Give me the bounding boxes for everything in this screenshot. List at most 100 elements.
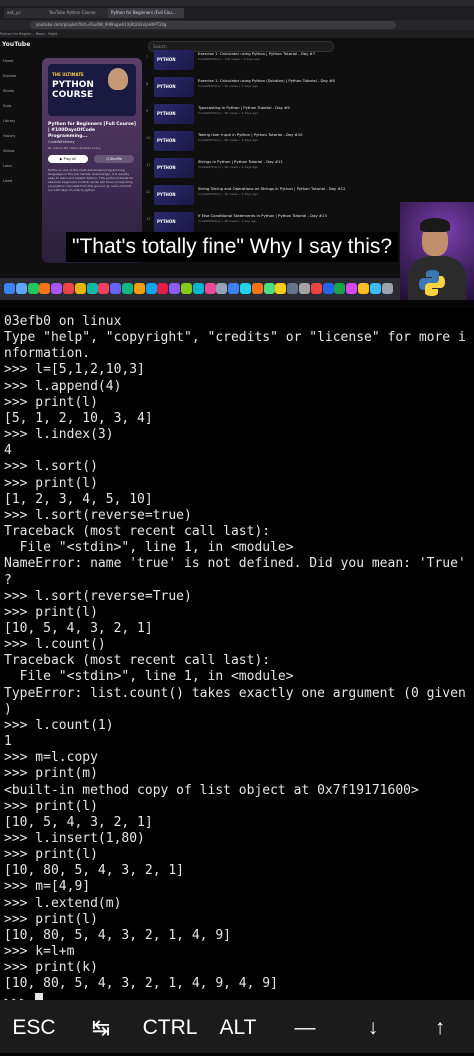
shuffle-button: ⤨ Shuffle	[94, 155, 134, 163]
dock-app-icon	[122, 283, 133, 294]
dock-app-icon	[74, 283, 86, 294]
terminal-line: Traceback (most recent call last):	[4, 653, 271, 669]
dock-app-icon	[263, 283, 275, 294]
down-arrow-key[interactable]: ↓	[340, 1000, 406, 1053]
video-thumbnail: PYTHON	[154, 50, 194, 70]
terminal-line: [1, 2, 3, 4, 5, 10]	[4, 491, 153, 507]
terminal-history: 03efb0 on linux Type "help", "copyright"…	[4, 314, 466, 991]
video-bottom-border	[0, 300, 474, 308]
terminal-line: >>> print(l)	[4, 394, 98, 410]
thumbnail-label: PYTHON	[157, 165, 176, 170]
youtube-sidebar-item: Later	[3, 164, 13, 168]
playlist-title: Python for Beginners [Full Course] | #10…	[48, 122, 136, 139]
terminal-line: >>> l.count(1)	[4, 717, 114, 733]
video-number: 7	[146, 55, 149, 59]
dock-app-icon	[63, 283, 74, 294]
dock-app-icon	[145, 283, 157, 294]
extra-keys-bar: ESC ↹ CTRL ALT — ↓ ↑	[0, 1000, 474, 1053]
terminal-line: >>> m=[4,9]	[4, 879, 91, 895]
dock-app-icon	[181, 283, 192, 294]
up-arrow-key[interactable]: ↑	[406, 1000, 474, 1053]
terminal-view[interactable]: 03efb0 on linux Type "help", "copyright"…	[0, 308, 474, 1000]
dock-app-icon	[110, 283, 122, 294]
terminal-line: >>> m=l.copy	[4, 750, 98, 766]
video-subtitle: CodeWithHarry • 9K views • 3 days ago	[198, 111, 258, 115]
terminal-line: >>> print(l)	[4, 798, 98, 814]
thumbnail-label: PYTHON	[157, 219, 176, 224]
video-number: 9	[146, 109, 149, 113]
presenter-image	[108, 68, 128, 90]
terminal-line: nformation.	[4, 346, 91, 362]
terminal-line: >>> print(l)	[4, 911, 98, 927]
video-subtitle: CodeWithHarry • 8K views • 3 days ago	[198, 138, 258, 142]
thumbnail-label: PYTHON	[157, 192, 176, 197]
play-all-button: ▶ Play all	[48, 155, 88, 163]
video-title: Exercise 1: Calculator using Python | Py…	[198, 51, 316, 56]
terminal-line: >>> l.sort(reverse=true)	[4, 507, 192, 523]
terminal-line: Type "help", "copyright", "credits" or "…	[4, 330, 466, 346]
terminal-line: >>> l.index(3)	[4, 427, 114, 443]
terminal-cursor	[35, 992, 44, 1000]
dash-key[interactable]: —	[270, 1000, 340, 1053]
terminal-line: NameError: name 'true' is not defined. D…	[4, 556, 466, 572]
dock-app-icon	[240, 283, 251, 294]
terminal-line: >>> l.insert(1,80)	[4, 831, 145, 846]
dock-app-icon	[251, 283, 263, 294]
dock-app-icon	[192, 283, 204, 294]
video-subtitle: CodeWithHarry • 5K views • 3 days ago	[198, 84, 258, 88]
terminal-line: <built-in method copy of list object at …	[4, 782, 419, 798]
youtube-sidebar-item: Subs	[3, 104, 12, 108]
terminal-line: [10, 5, 4, 3, 2, 1]	[4, 620, 153, 636]
video-number: 10	[146, 136, 151, 140]
video-thumbnail: PYTHON	[154, 104, 194, 124]
video-title: Exercise 1: Calculator using Python (Sol…	[198, 78, 335, 83]
ctrl-key[interactable]: CTRL	[134, 1000, 206, 1053]
playlist-author: CodeWithHarry	[48, 140, 75, 144]
video-number: 13	[146, 217, 151, 221]
playlist-video-row: 8 PYTHON Exercise 1: Calculator using Pyth…	[146, 75, 474, 97]
dock-app-icon	[86, 283, 98, 294]
terminal-line: [10, 80, 5, 4, 3, 2, 1]	[4, 863, 185, 879]
thumbnail-caption: THE ULTIMATE	[52, 72, 84, 77]
video-thumbnail: PYTHON	[154, 185, 194, 205]
youtube-sidebar-item: Videos	[3, 149, 15, 153]
esc-key[interactable]: ESC	[0, 1000, 68, 1053]
browser-tab: ask_yo	[4, 8, 50, 18]
dock-app-icon	[346, 283, 358, 294]
terminal-line: >>> l.append(4)	[4, 378, 122, 394]
dock-app-icon	[133, 283, 145, 294]
playlist-video-row: 7 PYTHON Exercise 1: Calculator using Pyth…	[146, 48, 474, 70]
thumbnail-label: PYTHON	[157, 57, 176, 62]
tab-key[interactable]: ↹	[68, 1000, 134, 1053]
dock-app-icon	[310, 283, 322, 294]
alt-key[interactable]: ALT	[206, 1000, 270, 1053]
video-title: Taking User Input in Python | Python Tut…	[198, 132, 303, 137]
dock-app-icon	[157, 283, 169, 294]
video-number: 8	[146, 82, 149, 86]
dock-app-icon	[4, 283, 15, 294]
youtube-logo: YouTube	[2, 41, 31, 48]
bookmarks-bar: Python for Beginn... Repo - Night	[0, 30, 474, 38]
video-thumbnail: PYTHON	[154, 158, 194, 178]
youtube-sidebar-item: Explore	[3, 74, 17, 78]
terminal-line: )	[4, 701, 12, 717]
terminal-line: >>> k=l+m	[4, 944, 75, 960]
presenter-hair	[420, 218, 450, 232]
dock-app-icon	[299, 283, 310, 294]
video-title: String Slicing and Operations on Strings…	[198, 186, 346, 191]
video-subtitle: CodeWithHarry • 11K views • 3 days ago	[198, 57, 260, 61]
dock-app-icon	[287, 283, 299, 294]
playlist-meta: 61 videos 2M views Updated today	[48, 146, 101, 150]
youtube-sidebar-item: Shorts	[3, 89, 15, 93]
terminal-line: 03efb0 on linux	[4, 314, 122, 329]
video-number: 12	[146, 190, 151, 194]
playlist-description: Python is one of the most demanded progr…	[48, 168, 134, 192]
youtube-sidebar-item: Library	[3, 119, 16, 123]
youtube-sidebar: Home Explore Shorts Subs Library History Video…	[0, 54, 30, 274]
terminal-line: >>> print(m)	[4, 766, 98, 782]
video-thumbnail: PYTHON	[154, 77, 194, 97]
dock-app-icon	[39, 283, 51, 294]
terminal-line: >>> print(l)	[4, 847, 98, 863]
playlist-video-row: 10 PYTHON Taking User Input in Python | Py…	[146, 129, 474, 151]
terminal-output: 03efb0 on linux Type "help", "copyright"…	[4, 314, 474, 1000]
